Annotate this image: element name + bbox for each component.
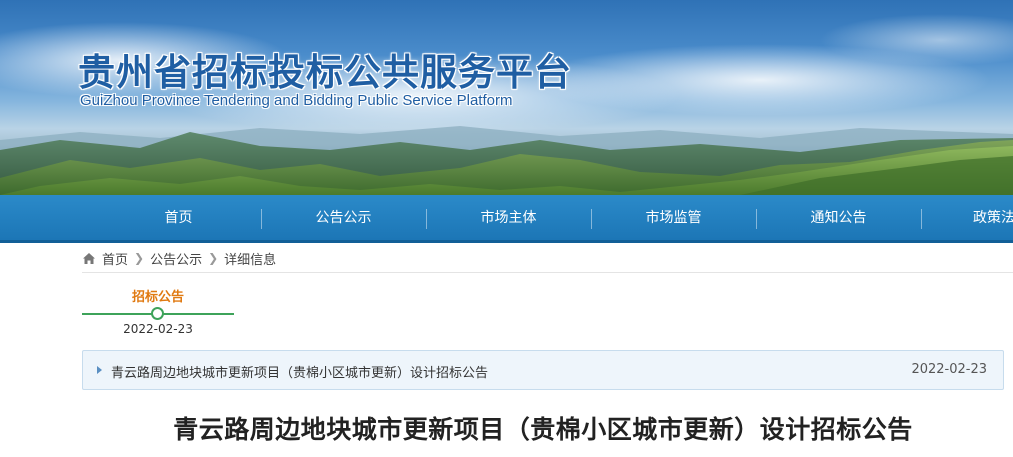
chevron-right-icon: ❯ <box>134 251 145 265</box>
chevron-right-icon: ❯ <box>208 251 219 265</box>
nav-item-home[interactable]: 首页 <box>96 195 261 240</box>
nav-item-announcements[interactable]: 公告公示 <box>261 195 426 240</box>
site-subtitle: GuiZhou Province Tendering and Bidding P… <box>80 92 513 109</box>
timeline-stage-label[interactable]: 招标公告 <box>82 286 234 305</box>
list-item[interactable]: 青云路周边地块城市更新项目（贵棉小区城市更新）设计招标公告 2022-02-23 <box>83 351 1003 389</box>
site-title: 贵州省招标投标公共服务平台 <box>78 51 572 94</box>
nav-item-market-entities[interactable]: 市场主体 <box>426 195 591 240</box>
timeline-date: 2022-02-23 <box>123 322 193 336</box>
article-title: 青云路周边地块城市更新项目（贵棉小区城市更新）设计招标公告 <box>173 415 913 444</box>
breadcrumb-current: 详细信息 <box>224 252 277 268</box>
breadcrumb: 首页 ❯ 公告公示 ❯ 详细信息 <box>82 249 277 268</box>
breadcrumb-home-link[interactable]: 首页 <box>102 249 128 268</box>
nav-item-notices[interactable]: 通知公告 <box>756 195 921 240</box>
timeline-node[interactable] <box>151 307 164 320</box>
breadcrumb-announcements-link[interactable]: 公告公示 <box>150 249 202 268</box>
list-item-title[interactable]: 青云路周边地块城市更新项目（贵棉小区城市更新）设计招标公告 <box>111 362 488 381</box>
nav-item-market-supervision[interactable]: 市场监管 <box>591 195 756 240</box>
header-banner: 贵州省招标投标公共服务平台 GuiZhou Province Tendering… <box>0 0 1013 195</box>
home-icon[interactable] <box>82 252 96 265</box>
announcement-list: 青云路周边地块城市更新项目（贵棉小区城市更新）设计招标公告 2022-02-23 <box>82 350 1004 390</box>
triangle-right-icon <box>97 366 102 374</box>
main-nav: 首页 公告公示 市场主体 市场监管 通知公告 政策法 <box>0 195 1013 243</box>
breadcrumb-divider <box>82 272 1013 273</box>
nav-item-policies[interactable]: 政策法 <box>921 195 1013 240</box>
list-item-date: 2022-02-23 <box>911 362 987 377</box>
